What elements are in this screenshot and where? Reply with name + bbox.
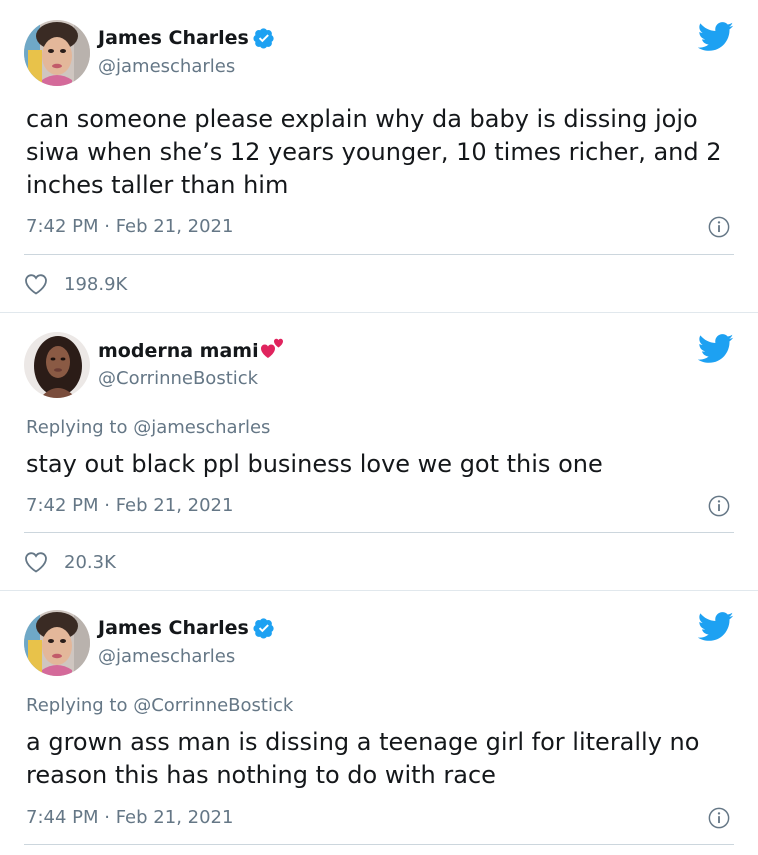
tweet-timestamp[interactable]: 7:42 PM · Feb 21, 2021	[26, 495, 233, 516]
author-name-row: James Charles	[98, 25, 275, 51]
divider	[24, 532, 734, 533]
tweet-3[interactable]: James Charles @jamescharles Replying to …	[0, 591, 758, 855]
tweet-text: stay out black ppl business love we got …	[26, 450, 603, 478]
twitter-bird-icon[interactable]	[698, 612, 734, 642]
author-handle[interactable]: @CorrinneBostick	[98, 368, 258, 389]
avatar[interactable]	[24, 610, 90, 676]
author-handle[interactable]: @jamescharles	[98, 56, 235, 77]
replying-to: Replying to @CorrinneBostick	[26, 695, 293, 716]
replying-label: Replying to	[26, 417, 128, 438]
author-name[interactable]: James Charles	[98, 617, 249, 639]
author-name-row: James Charles	[98, 615, 275, 641]
like-count[interactable]: 20.3K	[24, 549, 116, 575]
two-hearts-emoji-icon	[260, 337, 284, 359]
tweet-2[interactable]: moderna mami @CorrinneBostick Replying t…	[0, 313, 758, 590]
replying-handle[interactable]: @jamescharles	[133, 417, 270, 438]
author-name[interactable]: moderna mami	[98, 340, 259, 362]
author-name[interactable]: James Charles	[98, 27, 249, 49]
info-icon[interactable]	[708, 807, 730, 829]
verified-badge-icon	[253, 27, 275, 49]
like-count[interactable]: 198.9K	[24, 271, 127, 297]
heart-icon[interactable]	[24, 551, 48, 573]
tweet-timestamp[interactable]: 7:42 PM · Feb 21, 2021	[26, 216, 233, 237]
tweet-text: can someone please explain why da baby i…	[26, 105, 722, 199]
author-name-row: moderna mami	[98, 338, 284, 364]
twitter-bird-icon[interactable]	[698, 334, 734, 364]
replying-to: Replying to @jamescharles	[26, 417, 270, 438]
like-count-value: 198.9K	[64, 273, 128, 295]
verified-badge-icon	[253, 617, 275, 639]
tweet-1[interactable]: James Charles @jamescharles can someone …	[0, 0, 758, 312]
twitter-bird-icon[interactable]	[698, 22, 734, 52]
info-icon[interactable]	[708, 216, 730, 238]
author-handle[interactable]: @jamescharles	[98, 646, 235, 667]
heart-icon[interactable]	[24, 273, 48, 295]
divider	[24, 254, 734, 255]
replying-label: Replying to	[26, 695, 128, 716]
tweet-text: a grown ass man is dissing a teenage gir…	[26, 728, 700, 789]
avatar[interactable]	[24, 332, 90, 398]
info-icon[interactable]	[708, 495, 730, 517]
like-count-value: 20.3K	[64, 551, 116, 573]
avatar[interactable]	[24, 20, 90, 86]
tweet-timestamp[interactable]: 7:44 PM · Feb 21, 2021	[26, 807, 233, 828]
divider	[24, 844, 734, 845]
replying-handle[interactable]: @CorrinneBostick	[133, 695, 293, 716]
